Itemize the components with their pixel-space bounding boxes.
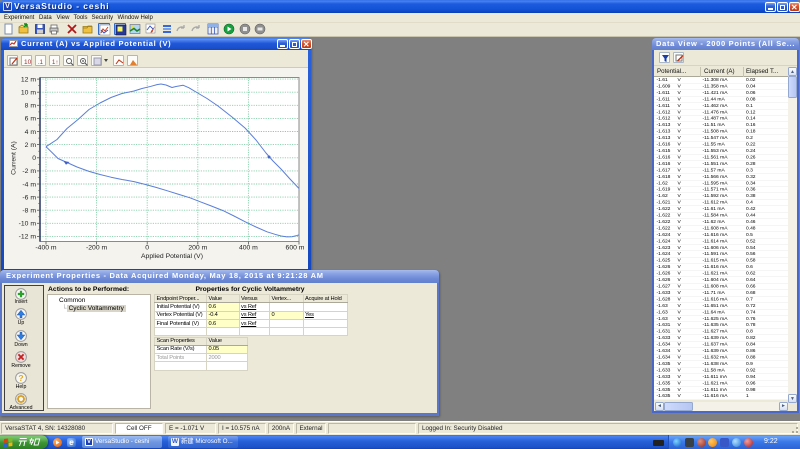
svg-text:200 m: 200 m bbox=[188, 245, 207, 252]
svg-text:8 m: 8 m bbox=[25, 103, 37, 110]
svg-text:1↑: 1↑ bbox=[52, 60, 58, 66]
svg-text:-4 m: -4 m bbox=[22, 181, 36, 188]
svg-text:-200 m: -200 m bbox=[86, 245, 107, 252]
svg-text:Current (A): Current (A) bbox=[11, 141, 18, 175]
svg-text:Applied Potential (V): Applied Potential (V) bbox=[141, 253, 203, 260]
svg-text:4 m: 4 m bbox=[25, 129, 37, 136]
svg-text:-2 m: -2 m bbox=[22, 168, 36, 175]
svg-text:-12 m: -12 m bbox=[19, 234, 37, 241]
svg-text:-8 m: -8 m bbox=[22, 208, 36, 215]
svg-text:2 m: 2 m bbox=[25, 142, 37, 149]
svg-text:-400 m: -400 m bbox=[35, 245, 56, 252]
svg-text:12 m: 12 m bbox=[21, 76, 36, 83]
svg-text:.1: .1 bbox=[38, 60, 44, 66]
svg-text:600 m: 600 m bbox=[286, 245, 305, 252]
svg-text:400 m: 400 m bbox=[239, 245, 258, 252]
svg-text:10: 10 bbox=[24, 59, 32, 66]
svg-text:0: 0 bbox=[32, 155, 36, 162]
svg-text:-6 m: -6 m bbox=[22, 194, 36, 201]
svg-text:10 m: 10 m bbox=[21, 90, 36, 97]
svg-text:-10 m: -10 m bbox=[19, 221, 37, 228]
svg-text:0: 0 bbox=[145, 245, 149, 252]
svg-text:6 m: 6 m bbox=[25, 116, 37, 123]
svg-text:?: ? bbox=[18, 373, 23, 383]
